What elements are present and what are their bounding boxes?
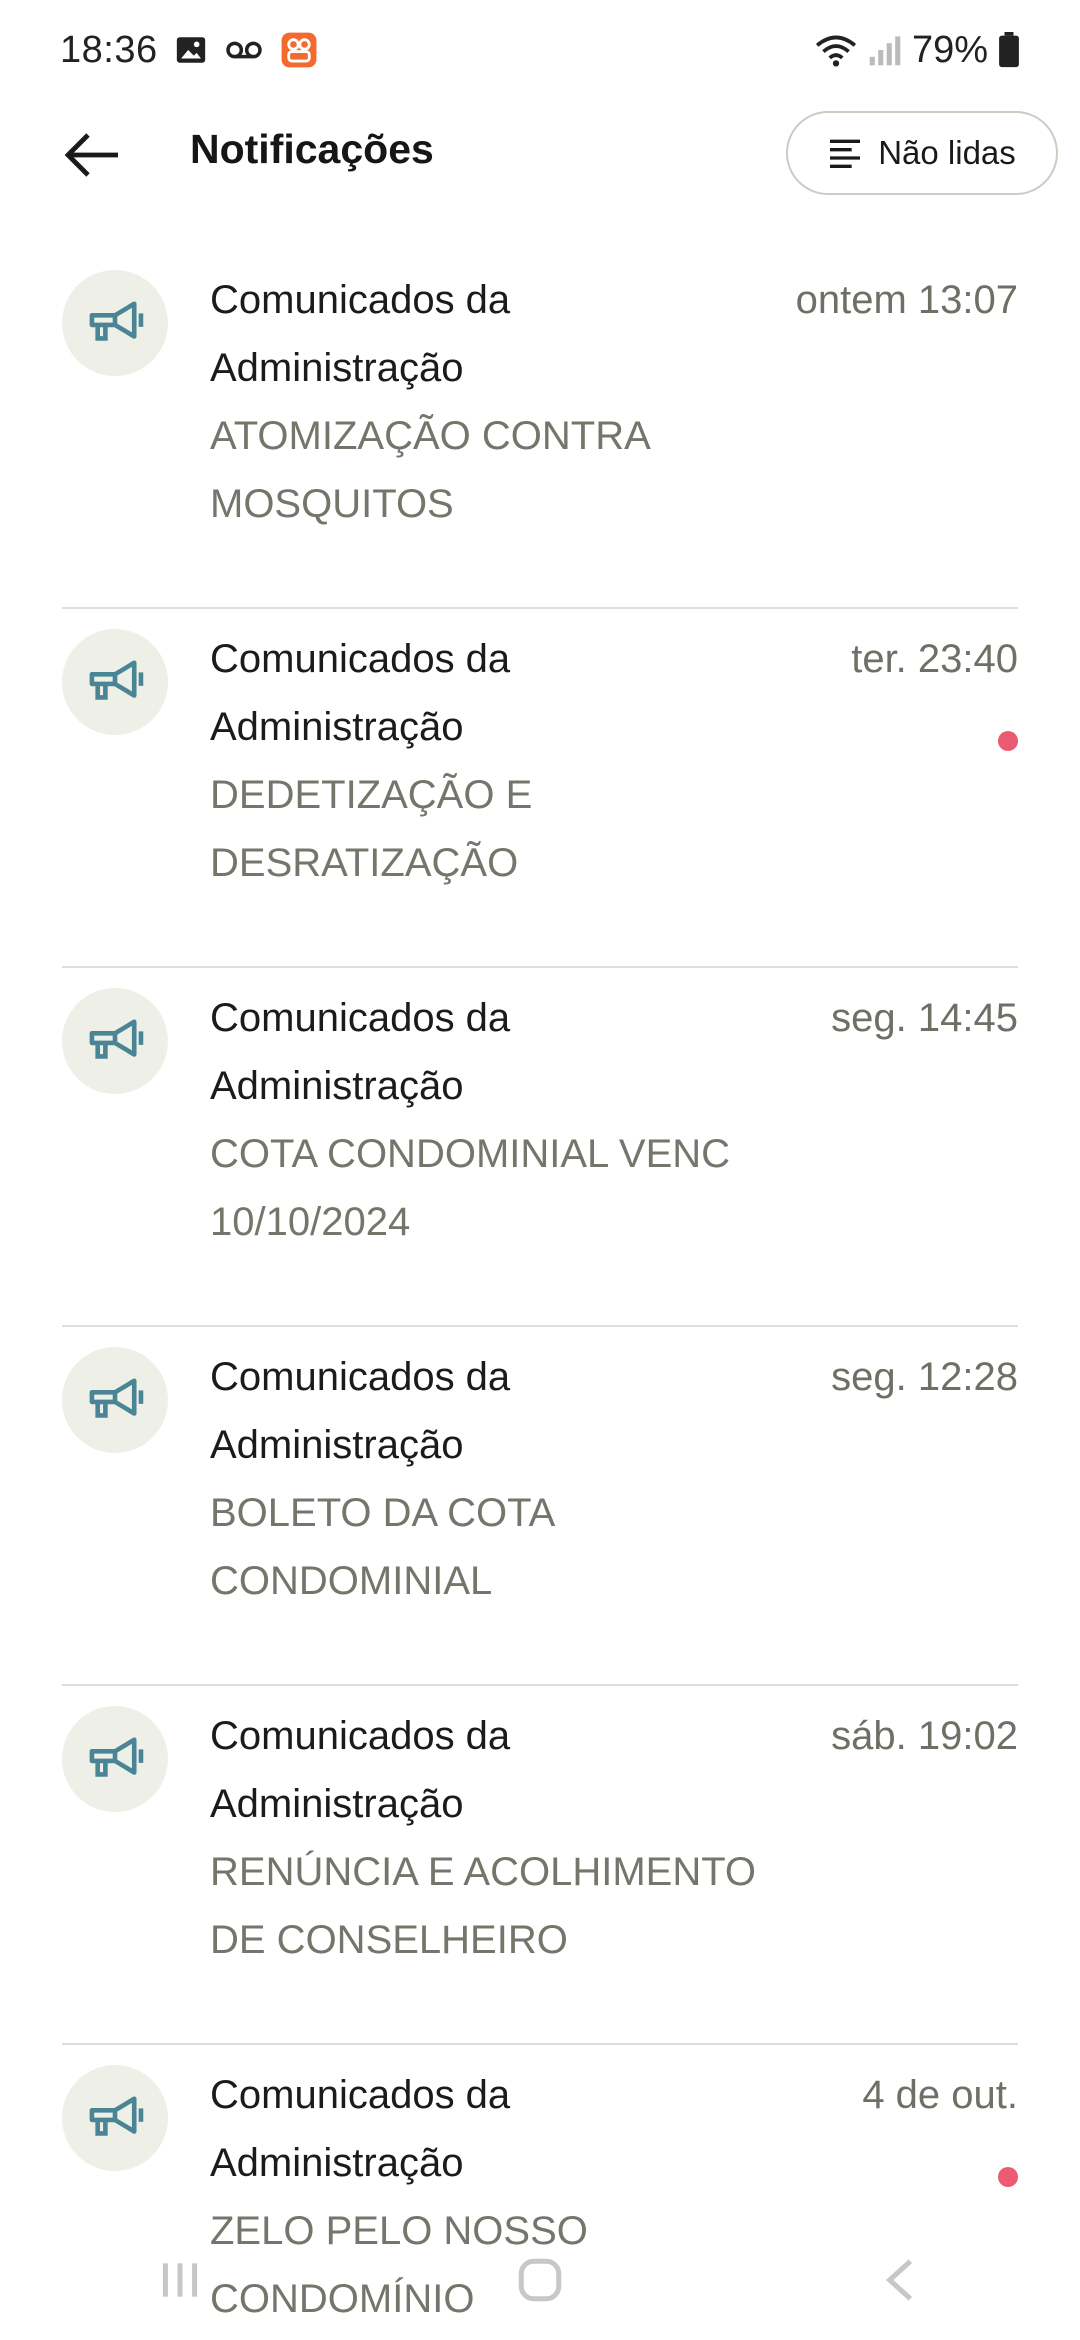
status-bar: 18:36 79% xyxy=(0,0,1080,100)
status-time: 18:36 xyxy=(60,28,158,71)
notification-item[interactable]: Comunicados da Administração ATOMIZAÇÃO … xyxy=(62,250,1018,609)
wifi-icon xyxy=(814,32,858,68)
notification-sender: Administração xyxy=(210,705,464,749)
megaphone-icon xyxy=(89,1019,144,1059)
notification-sender: Administração xyxy=(210,2141,464,2185)
avatar xyxy=(62,270,168,376)
notification-time: 4 de out. xyxy=(862,2073,1018,2117)
notification-subject: MOSQUITOS xyxy=(210,482,454,526)
battery-icon xyxy=(998,32,1020,68)
battery-percentage: 79% xyxy=(911,28,988,71)
unread-dot xyxy=(998,731,1018,751)
notification-subject: CONDOMINIAL xyxy=(210,1559,493,1603)
notification-subject: RENÚNCIA E ACOLHIMENTO xyxy=(210,1850,757,1894)
notification-sender: Comunicados da xyxy=(210,996,511,1040)
notification-item[interactable]: Comunicados da Administração DEDETIZAÇÃO… xyxy=(62,609,1018,968)
notification-content: Comunicados da Administração ATOMIZAÇÃO … xyxy=(210,266,810,538)
notification-sender: Administração xyxy=(210,1423,464,1467)
avatar xyxy=(62,2065,168,2171)
app-notification-icon xyxy=(280,31,318,69)
notification-sender: Comunicados da xyxy=(210,278,511,322)
avatar xyxy=(62,1706,168,1812)
avatar xyxy=(62,1347,168,1453)
notification-subject: BOLETO DA COTA xyxy=(210,1491,556,1535)
page-title: Notificações xyxy=(190,126,434,172)
notification-subject: DESRATIZAÇÃO xyxy=(210,841,519,885)
gallery-icon xyxy=(174,33,208,67)
notification-time: seg. 14:45 xyxy=(831,996,1018,1040)
notification-content: Comunicados da Administração RENÚNCIA E … xyxy=(210,1702,810,1974)
notification-subject: COTA CONDOMINIAL VENC xyxy=(210,1132,731,1176)
notification-sender: Administração xyxy=(210,1782,464,1826)
notification-content: Comunicados da Administração BOLETO DA C… xyxy=(210,1343,810,1615)
notification-list: Comunicados da Administração ATOMIZAÇÃO … xyxy=(0,250,1080,2340)
notification-time: seg. 12:28 xyxy=(831,1355,1018,1399)
notification-subject: DEDETIZAÇÃO E xyxy=(210,773,533,817)
unread-filter-button[interactable]: Não lidas xyxy=(786,111,1058,195)
voicemail-icon xyxy=(224,35,264,65)
notification-sender: Comunicados da xyxy=(210,1714,511,1758)
home-button[interactable] xyxy=(480,2240,600,2320)
recent-apps-icon xyxy=(162,2263,198,2297)
notification-sender: Administração xyxy=(210,346,464,390)
megaphone-icon xyxy=(89,2096,144,2136)
filter-label: Não lidas xyxy=(878,134,1016,171)
notification-time: sáb. 19:02 xyxy=(831,1714,1018,1758)
notification-subject: ATOMIZAÇÃO CONTRA xyxy=(210,414,651,458)
notification-time: ontem 13:07 xyxy=(795,278,1018,322)
avatar xyxy=(62,629,168,735)
notification-content: Comunicados da Administração COTA CONDOM… xyxy=(210,984,810,1256)
notification-time: ter. 23:40 xyxy=(851,637,1018,681)
unread-dot xyxy=(998,2167,1018,2187)
signal-icon xyxy=(868,33,902,67)
megaphone-icon xyxy=(89,660,144,700)
notification-sender: Comunicados da xyxy=(210,2073,511,2117)
home-icon xyxy=(518,2258,562,2302)
notification-sender: Comunicados da xyxy=(210,1355,511,1399)
notification-subject: DE CONSELHEIRO xyxy=(210,1918,568,1962)
notification-item[interactable]: Comunicados da Administração RENÚNCIA E … xyxy=(62,1686,1018,2045)
status-left: 18:36 xyxy=(60,29,318,72)
notification-sender: Administração xyxy=(210,1064,464,1108)
system-nav-bar xyxy=(0,2220,1080,2340)
notification-item[interactable]: Comunicados da Administração BOLETO DA C… xyxy=(62,1327,1018,1686)
filter-lines-icon xyxy=(830,139,861,168)
notification-content: Comunicados da Administração DEDETIZAÇÃO… xyxy=(210,625,810,897)
notification-sender: Comunicados da xyxy=(210,637,511,681)
megaphone-icon xyxy=(89,301,144,341)
status-right: 79% xyxy=(814,29,1020,72)
chevron-left-icon xyxy=(885,2259,913,2301)
back-button[interactable] xyxy=(52,120,132,190)
megaphone-icon xyxy=(89,1737,144,1777)
notification-subject: 10/10/2024 xyxy=(210,1200,411,1244)
notifications-screen: 18:36 79% Notificações Não lidas Comunic… xyxy=(0,0,1080,2340)
avatar xyxy=(62,988,168,1094)
recent-apps-button[interactable] xyxy=(120,2240,240,2320)
notification-item[interactable]: Comunicados da Administração COTA CONDOM… xyxy=(62,968,1018,1327)
app-header: Notificações Não lidas xyxy=(0,100,1080,210)
arrow-left-icon xyxy=(64,133,118,177)
megaphone-icon xyxy=(89,1378,144,1418)
system-back-button[interactable] xyxy=(840,2240,960,2320)
